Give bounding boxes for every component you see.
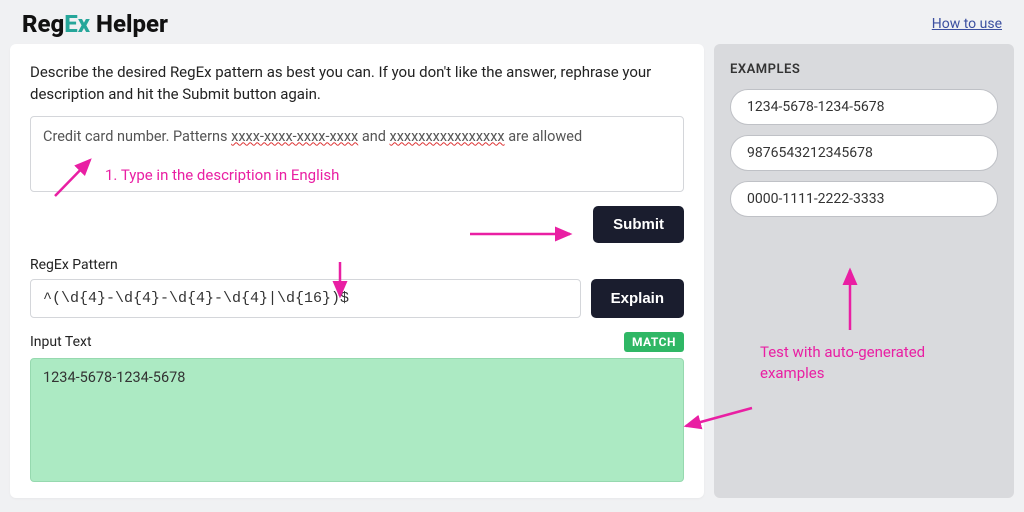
how-to-use-link[interactable]: How to use xyxy=(932,16,1002,32)
examples-panel: EXAMPLES 1234-5678-1234-5678 98765432123… xyxy=(714,44,1014,498)
instructions-text: Describe the desired RegEx pattern as be… xyxy=(30,62,684,106)
pattern-label: RegEx Pattern xyxy=(30,257,684,273)
main-panel: Describe the desired RegEx pattern as be… xyxy=(10,44,704,498)
regex-pattern-input[interactable] xyxy=(30,279,581,318)
submit-button[interactable]: Submit xyxy=(593,206,684,243)
app-logo: RegEx Helper xyxy=(22,10,168,38)
explain-button[interactable]: Explain xyxy=(591,279,684,318)
input-text-label: Input Text xyxy=(30,334,92,350)
match-badge: MATCH xyxy=(624,332,684,352)
description-input[interactable]: Credit card number. Patterns xxxx-xxxx-x… xyxy=(30,116,684,192)
examples-heading: EXAMPLES xyxy=(730,62,998,77)
example-item[interactable]: 1234-5678-1234-5678 xyxy=(730,89,998,125)
input-text-area[interactable]: 1234-5678-1234-5678 xyxy=(30,358,684,483)
example-item[interactable]: 9876543212345678 xyxy=(730,135,998,171)
example-item[interactable]: 0000-1111-2222-3333 xyxy=(730,181,998,217)
